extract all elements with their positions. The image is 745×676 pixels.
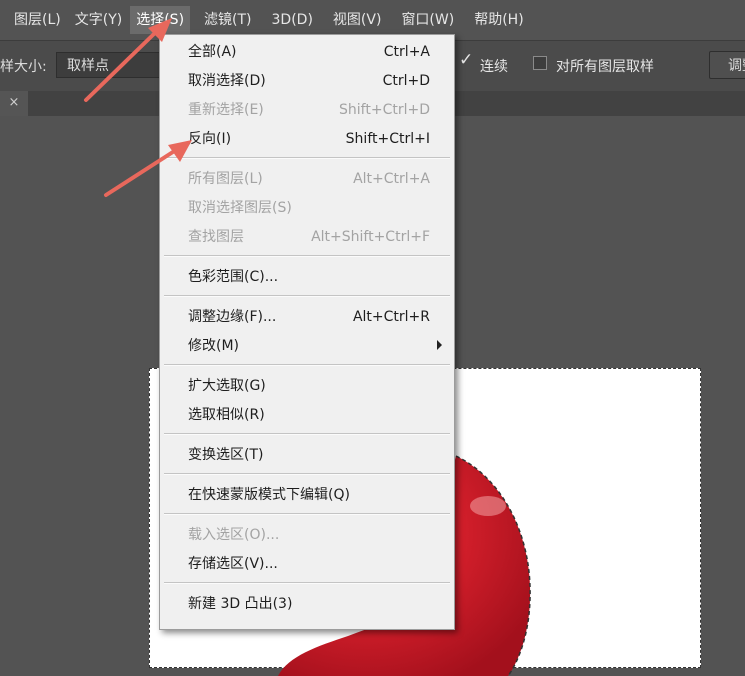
menu-window[interactable]: 窗口(W) <box>395 6 460 34</box>
contiguous-checkbox[interactable]: ✓ <box>459 50 474 70</box>
menu-item-label: 存储选区(V)... <box>188 556 278 572</box>
menu-type[interactable]: 文字(Y) <box>69 6 128 34</box>
menu-item-inverse[interactable]: 反向(I) Shift+Ctrl+I <box>160 128 454 150</box>
menu-item-label: 变换选区(T) <box>188 447 264 463</box>
checkbox-checked-icon: ✓ <box>459 50 474 70</box>
menu-item-label: 取消选择(D) <box>188 73 266 89</box>
menu-item-all[interactable]: 全部(A) Ctrl+A <box>160 41 454 63</box>
menu-layer[interactable]: 图层(L) <box>8 6 67 34</box>
menu-item-shortcut: Ctrl+D <box>382 73 430 89</box>
menu-item-all-layers: 所有图层(L) Alt+Ctrl+A <box>160 168 454 190</box>
menu-item-quick-mask[interactable]: 在快速蒙版模式下编辑(Q) <box>160 484 454 506</box>
menu-separator <box>164 295 450 297</box>
submenu-arrow-icon <box>437 340 442 350</box>
menu-item-label: 全部(A) <box>188 44 237 60</box>
menu-item-deselect[interactable]: 取消选择(D) Ctrl+D <box>160 70 454 92</box>
menu-item-label: 修改(M) <box>188 338 240 354</box>
menu-item-transform-selection[interactable]: 变换选区(T) <box>160 444 454 466</box>
menu-item-label: 反向(I) <box>188 131 232 147</box>
all-layers-checkbox[interactable] <box>533 56 547 70</box>
menu-item-refine-edge[interactable]: 调整边缘(F)... Alt+Ctrl+R <box>160 306 454 328</box>
menu-item-label: 取消选择图层(S) <box>188 200 292 216</box>
menu-item-modify[interactable]: 修改(M) <box>160 335 454 357</box>
menu-separator <box>164 157 450 159</box>
menu-item-label: 查找图层 <box>188 229 244 245</box>
menu-item-shortcut: Alt+Ctrl+A <box>353 171 430 187</box>
menu-item-label: 新建 3D 凸出(3) <box>188 596 293 612</box>
sample-size-label: 样大小: <box>0 59 47 75</box>
menu-item-label: 调整边缘(F)... <box>188 309 277 325</box>
menu-item-find-layers: 查找图层 Alt+Shift+Ctrl+F <box>160 226 454 248</box>
menu-item-label: 扩大选取(G) <box>188 378 266 394</box>
menu-select[interactable]: 选择(S) <box>130 6 191 34</box>
menu-item-label: 选取相似(R) <box>188 407 265 423</box>
menu-help[interactable]: 帮助(H) <box>468 6 529 34</box>
menu-separator <box>164 433 450 435</box>
menu-item-shortcut: Alt+Shift+Ctrl+F <box>311 229 430 245</box>
select-menu-dropdown: 全部(A) Ctrl+A 取消选择(D) Ctrl+D 重新选择(E) Shif… <box>159 34 455 630</box>
menu-item-save-selection[interactable]: 存储选区(V)... <box>160 553 454 575</box>
menu-item-shortcut: Shift+Ctrl+D <box>339 102 430 118</box>
menu-separator <box>164 473 450 475</box>
menu-separator <box>164 582 450 584</box>
contiguous-label: 连续 <box>480 59 508 75</box>
menu-item-similar[interactable]: 选取相似(R) <box>160 404 454 426</box>
all-layers-label: 对所有图层取样 <box>556 59 654 75</box>
menu-separator <box>164 255 450 257</box>
menu-item-color-range[interactable]: 色彩范围(C)... <box>160 266 454 288</box>
menu-item-shortcut: Alt+Ctrl+R <box>352 309 430 325</box>
menu-item-label: 在快速蒙版模式下编辑(Q) <box>188 487 350 503</box>
menu-item-deselect-layers: 取消选择图层(S) <box>160 197 454 219</box>
menu-item-reselect: 重新选择(E) Shift+Ctrl+D <box>160 99 454 121</box>
menu-filter[interactable]: 滤镜(T) <box>198 6 257 34</box>
menu-item-shortcut: Shift+Ctrl+I <box>345 131 430 147</box>
menu-separator <box>164 364 450 366</box>
sample-size-select[interactable]: 取样点 <box>56 52 166 78</box>
menu-item-grow[interactable]: 扩大选取(G) <box>160 375 454 397</box>
refine-edge-button[interactable]: 调整 <box>709 51 745 79</box>
menu-item-label: 载入选区(O)... <box>188 527 280 543</box>
menu-item-label: 所有图层(L) <box>188 171 263 187</box>
menu-item-new-3d-extrusion[interactable]: 新建 3D 凸出(3) <box>160 593 454 615</box>
menu-view[interactable]: 视图(V) <box>327 6 388 34</box>
menu-item-shortcut: Ctrl+A <box>383 44 430 60</box>
menu-separator <box>164 513 450 515</box>
menu-3d[interactable]: 3D(D) <box>266 6 319 34</box>
menu-item-label: 色彩范围(C)... <box>188 269 279 285</box>
menu-item-load-selection: 载入选区(O)... <box>160 524 454 546</box>
menu-item-label: 重新选择(E) <box>188 102 264 118</box>
close-icon[interactable]: × <box>0 91 28 116</box>
